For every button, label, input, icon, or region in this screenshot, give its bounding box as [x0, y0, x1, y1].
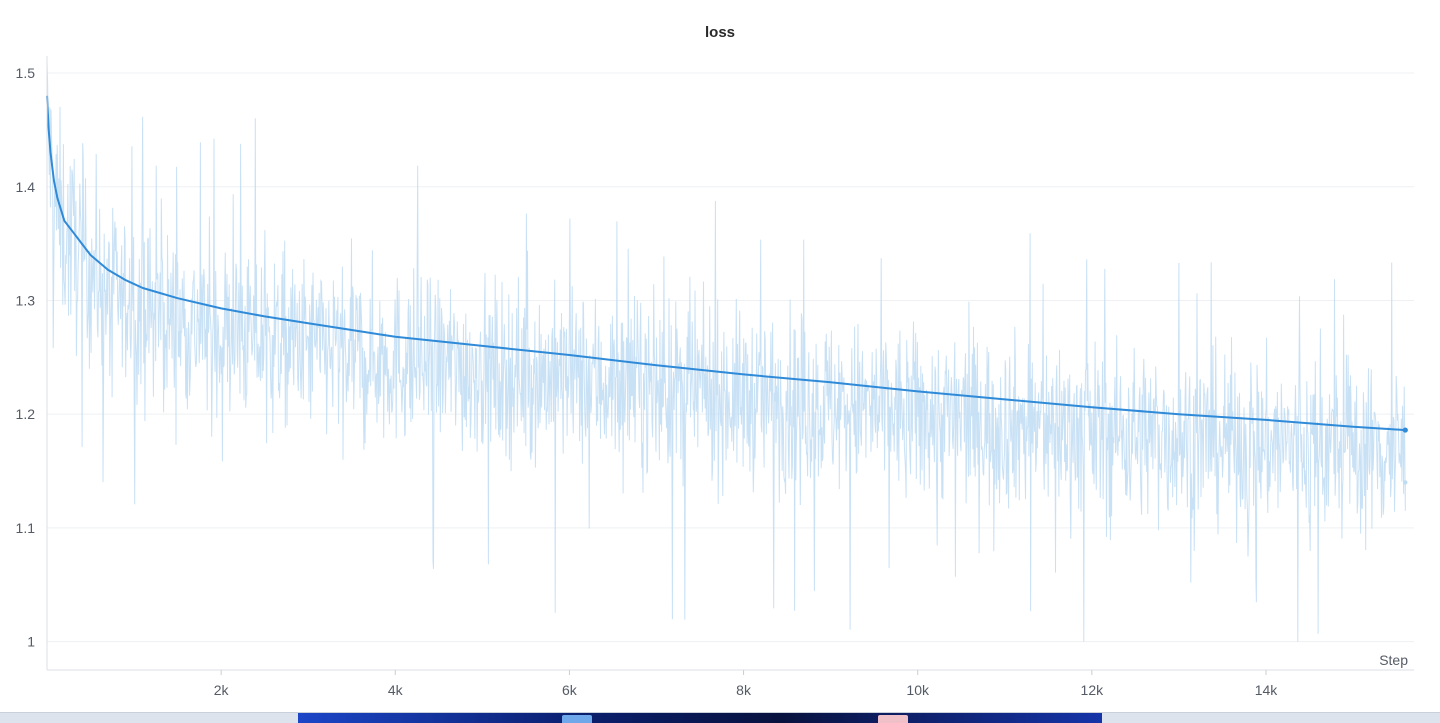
y-tick-label: 1.5	[16, 65, 36, 81]
x-tick-label: 6k	[562, 682, 578, 698]
x-tick-label: 12k	[1081, 682, 1105, 698]
raw-loss-line	[46, 61, 1406, 642]
chart-panel: loss 1 1.1 1.2 1.3 1.4 1.5 2k 4k 6k 8k 10k 12k 14k S…	[0, 0, 1440, 712]
x-tick-label: 2k	[214, 682, 230, 698]
y-tick-label: 1	[27, 634, 35, 650]
y-tick-label: 1.3	[16, 292, 36, 308]
taskbar	[0, 712, 1440, 723]
smoothed-loss-end-point[interactable]	[1402, 427, 1408, 433]
x-tick-label: 4k	[388, 682, 404, 698]
y-tick-label: 1.2	[16, 406, 36, 422]
x-tick-label: 8k	[736, 682, 752, 698]
x-tick-label: 14k	[1255, 682, 1279, 698]
x-axis-label: Step	[1379, 652, 1408, 668]
loss-chart[interactable]: 1 1.1 1.2 1.3 1.4 1.5 2k 4k 6k 8k 10k 12k 14k Step	[0, 0, 1440, 712]
raw-loss-end-point	[1403, 480, 1408, 485]
x-tick-label: 10k	[906, 682, 930, 698]
y-tick-label: 1.1	[16, 520, 36, 536]
y-tick-label: 1.4	[16, 179, 36, 195]
